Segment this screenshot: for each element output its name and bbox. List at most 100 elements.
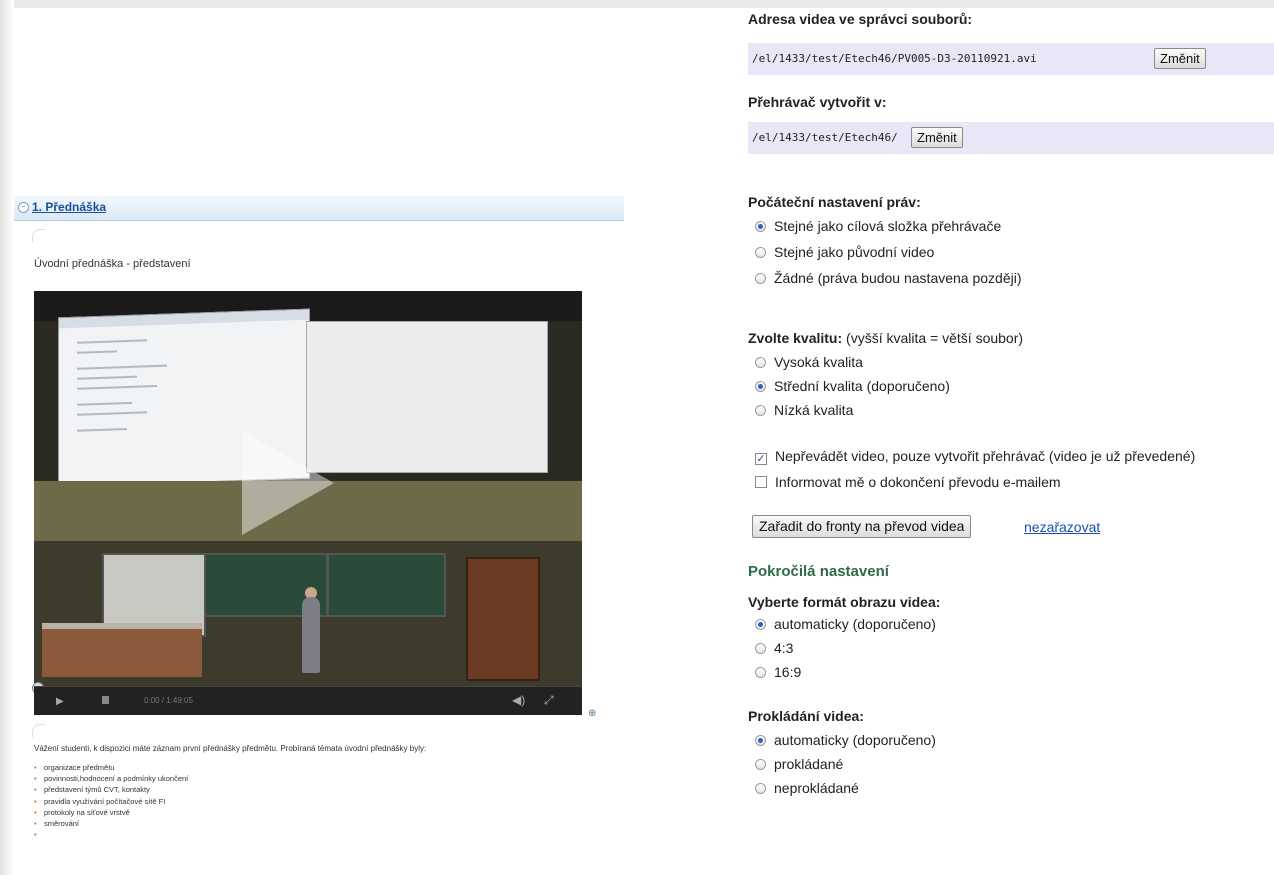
radio-button[interactable] bbox=[755, 405, 766, 416]
change-player-path-button[interactable]: Změnit bbox=[911, 127, 963, 148]
link-icon[interactable]: ⊕ bbox=[588, 708, 596, 719]
play-overlay-icon[interactable] bbox=[242, 431, 334, 535]
bullet-icon: • bbox=[34, 796, 37, 806]
radio-button[interactable] bbox=[755, 357, 766, 368]
interlace-option-progressive[interactable]: neprokládané bbox=[755, 780, 859, 796]
bullet-icon: • bbox=[34, 819, 37, 829]
radio-button[interactable] bbox=[755, 619, 766, 630]
format-option-4-3[interactable]: 4:3 bbox=[755, 640, 793, 656]
bullet-icon: • bbox=[34, 807, 37, 817]
frame-board bbox=[327, 553, 446, 617]
rights-option-none[interactable]: Žádné (práva budou nastavena později) bbox=[755, 270, 1022, 286]
quality-hint: (vyšší kvalita = větší soubor) bbox=[846, 330, 1024, 346]
radio-button[interactable] bbox=[755, 273, 766, 284]
projection-line bbox=[77, 384, 157, 390]
projection-line bbox=[77, 364, 167, 370]
player-create-label: Přehrávač vytvořit v: bbox=[748, 94, 887, 110]
option-label: 4:3 bbox=[774, 640, 794, 656]
topic-text: směrování bbox=[44, 819, 80, 829]
lecture-title-link[interactable]: 1. Přednáška bbox=[32, 200, 106, 214]
format-option-16-9[interactable]: 16:9 bbox=[755, 664, 801, 680]
collapse-icon[interactable]: − bbox=[18, 202, 29, 213]
rights-option-same-as-player[interactable]: Stejné jako cílová složka přehrávače bbox=[755, 218, 1001, 234]
queue-conversion-button[interactable]: Zařadit do fronty na převod videa bbox=[752, 515, 972, 538]
topic-text: představení týmů CVT, kontakty bbox=[44, 785, 150, 795]
interlace-option-interlaced[interactable]: prokládané bbox=[755, 756, 843, 772]
projection-screen-right bbox=[306, 321, 548, 473]
list-item: • povinnosti,hodnocení a podmínky ukončen… bbox=[34, 773, 188, 784]
list-item: • představení týmů CVT, kontakty bbox=[34, 784, 188, 795]
option-label: Vysoká kvalita bbox=[774, 354, 863, 370]
option-label: Stejné jako cílová složka přehrávače bbox=[774, 218, 1002, 234]
radio-button[interactable] bbox=[755, 759, 766, 770]
quality-option-medium[interactable]: Střední kvalita (doporučeno) bbox=[755, 378, 950, 394]
lecture-header[interactable]: − 1. Přednáška bbox=[14, 196, 624, 221]
list-item: • pravidla využívání počítačové sítě FI bbox=[34, 796, 188, 807]
bullet-icon: • bbox=[34, 774, 37, 784]
quality-option-high[interactable]: Vysoká kvalita bbox=[755, 354, 863, 370]
option-label: Žádné (práva budou nastavena později) bbox=[774, 270, 1022, 286]
no-queue-link[interactable]: nezařazovat bbox=[1024, 519, 1100, 535]
interlace-option-auto[interactable]: automaticky (doporučeno) bbox=[755, 732, 936, 748]
option-label: prokládané bbox=[774, 756, 844, 772]
option-label: automaticky (doporučeno) bbox=[774, 616, 936, 632]
lecture-description: Vážení studenti, k dispozici máte záznam… bbox=[34, 744, 427, 753]
radio-button[interactable] bbox=[755, 735, 766, 746]
option-label: Nízká kvalita bbox=[774, 402, 854, 418]
notify-checkbox-row[interactable]: Informovat mě o dokončení převodu e-mail… bbox=[755, 474, 1061, 490]
box-corner bbox=[32, 229, 45, 242]
fullscreen-icon[interactable]: ⤢ bbox=[544, 693, 554, 708]
checkbox-label: Informovat mě o dokončení převodu e-mail… bbox=[775, 474, 1061, 490]
bullet-icon: • bbox=[34, 785, 37, 795]
radio-button[interactable] bbox=[755, 221, 766, 232]
list-item: • organizace předmětu bbox=[34, 762, 188, 773]
checkbox-checked[interactable]: ✓ bbox=[755, 453, 767, 465]
projection-line bbox=[77, 375, 137, 380]
radio-button[interactable] bbox=[755, 667, 766, 678]
quality-label-text: Zvolte kvalitu: bbox=[748, 330, 843, 346]
checkbox-label: Nepřevádět video, pouze vytvořit přehráv… bbox=[775, 448, 1196, 464]
projection-line bbox=[77, 411, 147, 416]
topic-text: pravidla využívání počítačové sítě FI bbox=[44, 796, 166, 806]
change-video-path-button[interactable]: Změnit bbox=[1154, 48, 1206, 69]
bullet-icon: • bbox=[34, 830, 37, 840]
frame-door bbox=[466, 557, 540, 681]
radio-button[interactable] bbox=[755, 643, 766, 654]
option-label: neprokládané bbox=[774, 780, 859, 796]
advanced-settings-heading: Pokročilá nastavení bbox=[748, 563, 889, 580]
projection-line bbox=[77, 350, 117, 354]
quality-label: Zvolte kvalitu: (vyšší kvalita = větší s… bbox=[748, 330, 1023, 346]
box-corner bbox=[32, 724, 45, 737]
list-item: • bbox=[34, 829, 188, 840]
interlace-label: Prokládání videa: bbox=[748, 708, 864, 724]
list-item: • směrování bbox=[34, 818, 188, 829]
radio-button[interactable] bbox=[755, 783, 766, 794]
video-frame[interactable] bbox=[34, 291, 582, 686]
volume-icon[interactable]: ◀) bbox=[512, 693, 525, 707]
bullet-icon: • bbox=[34, 763, 37, 772]
checkbox[interactable] bbox=[755, 476, 767, 488]
topic-text: protokoly na síťové vrstvě bbox=[44, 807, 130, 817]
video-path: /el/1433/test/Etech46/PV005-D3-20110921.… bbox=[752, 52, 1037, 65]
format-option-auto[interactable]: automaticky (doporučeno) bbox=[755, 616, 936, 632]
topic-text: povinnosti,hodnocení a podmínky ukončení bbox=[44, 774, 189, 784]
video-controls: ▶ 0:00 / 1:49:05 ◀) ⤢ bbox=[34, 686, 582, 715]
projection-line bbox=[77, 401, 132, 406]
format-label: Vyberte formát obrazu videa: bbox=[748, 594, 941, 610]
projection-line bbox=[77, 427, 127, 432]
frame-desk bbox=[42, 629, 202, 677]
rights-option-same-as-video[interactable]: Stejné jako původní video bbox=[755, 244, 934, 260]
video-player[interactable]: ▶ 0:00 / 1:49:05 ◀) ⤢ bbox=[32, 291, 582, 715]
topic-text: organizace předmětu bbox=[44, 763, 115, 772]
left-edge-shadow bbox=[0, 0, 14, 875]
option-label: Střední kvalita (doporučeno) bbox=[774, 378, 950, 394]
no-convert-checkbox-row[interactable]: ✓ Nepřevádět video, pouze vytvořit přehrá… bbox=[755, 448, 1195, 465]
stop-icon[interactable] bbox=[102, 696, 109, 704]
video-path-bar: /el/1433/test/Etech46/PV005-D3-20110921.… bbox=[748, 43, 1274, 75]
lecture-subtitle: Úvodní přednáška - představení bbox=[34, 258, 191, 270]
quality-option-low[interactable]: Nízká kvalita bbox=[755, 402, 853, 418]
radio-button[interactable] bbox=[755, 247, 766, 258]
radio-button[interactable] bbox=[755, 381, 766, 392]
play-icon[interactable]: ▶ bbox=[56, 696, 64, 707]
top-border bbox=[0, 0, 1274, 8]
